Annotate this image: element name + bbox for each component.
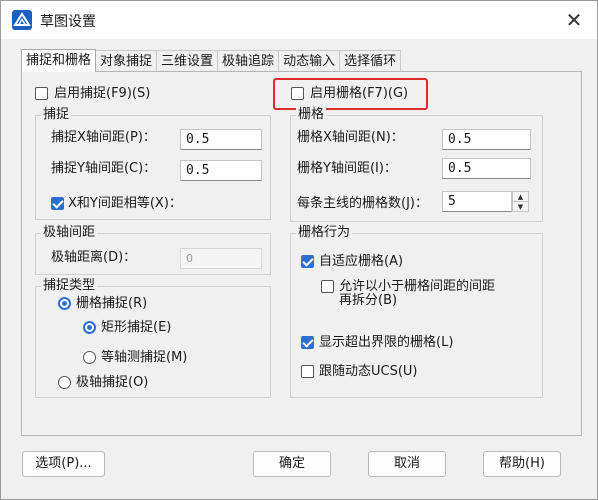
close-icon: ✕ — [565, 8, 583, 32]
grid-snap-label: 栅格捕捉(R) — [76, 296, 148, 311]
major-line-spinner[interactable]: ▲ ▼ — [512, 191, 529, 212]
snap-x-spacing-label: 捕捉X轴间距(P)： — [51, 130, 156, 145]
grid-y-spacing-label: 栅格Y轴间距(I)： — [297, 161, 397, 176]
grid-x-spacing-label: 栅格X轴间距(N)： — [297, 130, 404, 145]
snap-y-spacing-label: 捕捉Y轴间距(C)： — [51, 161, 157, 176]
allow-subdivision-label-line2: 再拆分(B) — [339, 293, 398, 308]
title-bar: 草图设置 ✕ — [1, 1, 597, 39]
app-logo-icon — [12, 10, 32, 30]
rect-snap-label: 矩形捕捉(E) — [101, 320, 172, 335]
isometric-snap-radio[interactable] — [83, 351, 96, 364]
polar-distance-input[interactable]: 0 — [180, 248, 262, 269]
grid-behavior-group-title: 栅格行为 — [296, 225, 353, 240]
snap-spacing-group-title: 捕捉 — [41, 107, 72, 122]
allow-subdivision-checkbox[interactable] — [321, 280, 334, 293]
spin-down-icon[interactable]: ▼ — [513, 202, 528, 211]
grid-spacing-group-title: 栅格 — [296, 107, 327, 122]
tab-snap-and-grid[interactable]: 捕捉和栅格 — [21, 49, 97, 72]
polar-snap-label: 极轴捕捉(O) — [76, 375, 149, 390]
polar-spacing-group-title: 极轴间距 — [41, 225, 98, 240]
snap-y-spacing-input[interactable]: 0.5 — [180, 160, 262, 181]
enable-snap-checkbox[interactable] — [35, 87, 48, 100]
display-beyond-limits-checkbox[interactable] — [301, 336, 314, 349]
display-beyond-limits-label: 显示超出界限的栅格(L) — [319, 335, 454, 350]
dialog-title: 草图设置 — [40, 14, 96, 30]
enable-grid-checkbox[interactable] — [291, 87, 304, 100]
snap-x-spacing-input[interactable]: 0.5 — [180, 129, 262, 150]
spin-up-icon[interactable]: ▲ — [513, 192, 528, 202]
polar-distance-label: 极轴距离(D)： — [51, 250, 137, 265]
tab-3d-settings[interactable]: 三维设置 — [156, 50, 219, 71]
follow-dynamic-ucs-checkbox[interactable] — [301, 365, 314, 378]
equal-spacing-checkbox[interactable] — [51, 197, 64, 210]
help-button[interactable]: 帮助(H) — [483, 451, 561, 477]
tab-polar-tracking[interactable]: 极轴追踪 — [217, 50, 280, 71]
polar-snap-radio[interactable] — [58, 376, 71, 389]
follow-dynamic-ucs-label: 跟随动态UCS(U) — [319, 364, 418, 379]
grid-x-spacing-input[interactable]: 0.5 — [442, 129, 531, 150]
cancel-button[interactable]: 取消 — [368, 451, 446, 477]
snap-type-group-title: 捕捉类型 — [41, 278, 98, 293]
tab-selection-cycling[interactable]: 选择循环 — [339, 50, 402, 71]
grid-snap-radio[interactable] — [58, 297, 71, 310]
tab-object-snap[interactable]: 对象捕捉 — [95, 50, 158, 71]
close-button[interactable]: ✕ — [559, 5, 589, 35]
enable-snap-label: 启用捕捉(F9)(S) — [54, 86, 151, 101]
rect-snap-radio[interactable] — [83, 321, 96, 334]
adaptive-grid-checkbox[interactable] — [301, 255, 314, 268]
adaptive-grid-label: 自适应栅格(A) — [319, 254, 404, 269]
isometric-snap-label: 等轴测捕捉(M) — [101, 350, 188, 365]
equal-spacing-label: X和Y间距相等(X)： — [68, 196, 182, 211]
tab-dynamic-input[interactable]: 动态输入 — [278, 50, 341, 71]
options-button[interactable]: 选项(P)... — [22, 451, 105, 477]
major-line-label: 每条主线的栅格数(J)： — [297, 196, 428, 211]
tab-strip: 捕捉和栅格 对象捕捉 三维设置 极轴追踪 动态输入 选择循环 — [21, 49, 402, 72]
grid-y-spacing-input[interactable]: 0.5 — [442, 158, 531, 179]
enable-grid-label: 启用栅格(F7)(G) — [310, 86, 409, 101]
drafting-settings-dialog: 草图设置 ✕ 捕捉和栅格 对象捕捉 三维设置 极轴追踪 动态输入 选择循环 启用… — [0, 0, 598, 500]
ok-button[interactable]: 确定 — [253, 451, 331, 477]
major-line-input[interactable]: 5 — [442, 191, 512, 212]
